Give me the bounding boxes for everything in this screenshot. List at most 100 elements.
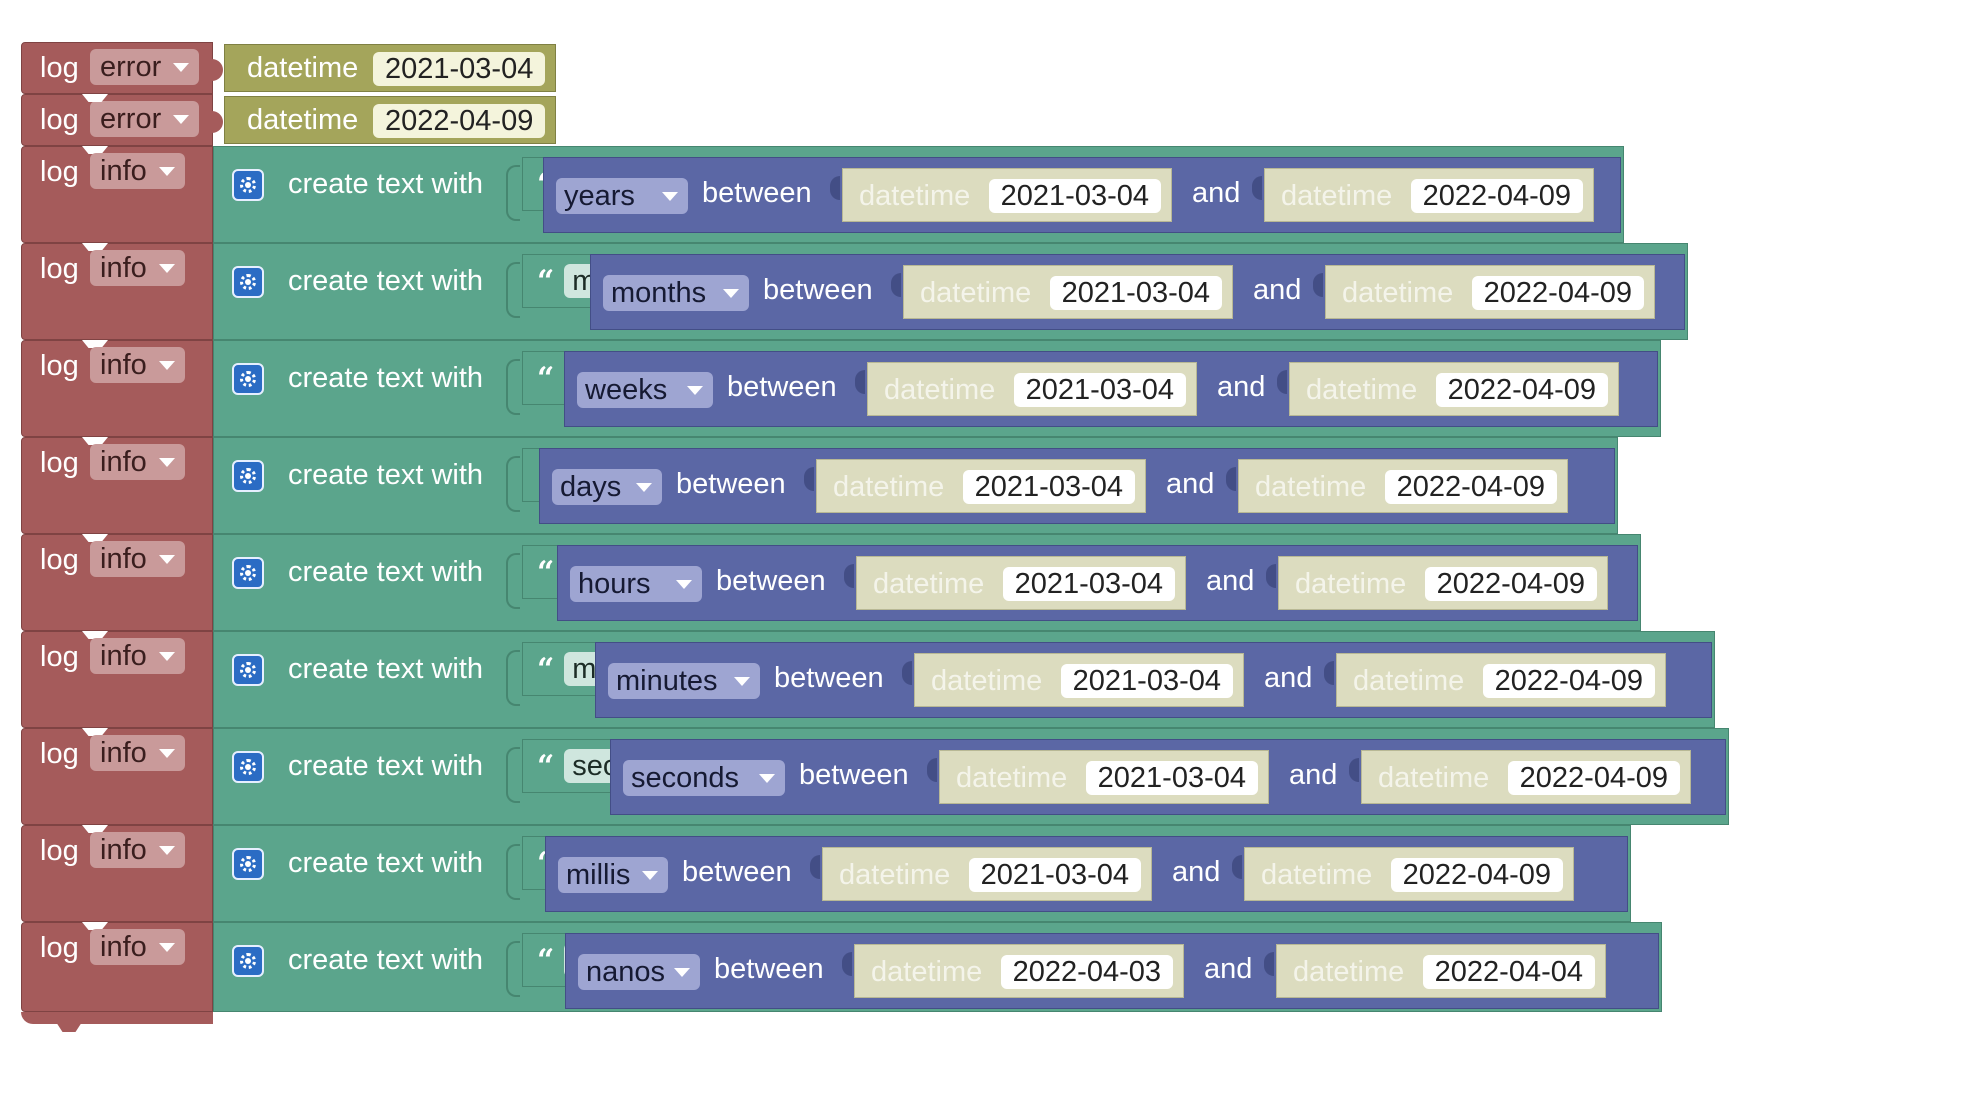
duration-between-block[interactable]: nanos between datetime 2022-04-03 and datetim…	[565, 933, 1659, 1009]
unit-dropdown[interactable]: months	[603, 275, 749, 311]
datetime-start-block[interactable]: datetime 2021-03-04	[856, 556, 1186, 610]
log-level-dropdown[interactable]: info	[90, 929, 185, 965]
datetime-end-field[interactable]: 2022-04-09	[1424, 567, 1597, 601]
datetime-start-field[interactable]: 2021-03-04	[1013, 373, 1186, 407]
input-socket	[506, 941, 520, 997]
gear-icon[interactable]	[232, 751, 264, 783]
log-block[interactable]: log info	[21, 728, 213, 825]
create-text-block[interactable]: create text with“hours=”hoursbetweendate…	[213, 534, 1641, 631]
create-text-block[interactable]: create text with“months=”monthsbetweenda…	[213, 243, 1688, 340]
duration-between-block[interactable]: days between datetime 2021-03-04 and datetime…	[539, 448, 1615, 524]
log-block[interactable]: log info	[21, 243, 213, 340]
gear-icon[interactable]	[232, 363, 264, 395]
unit-dropdown[interactable]: weeks	[577, 372, 713, 408]
datetime-start-field[interactable]: 2021-03-04	[968, 858, 1141, 892]
datetime-block[interactable]: datetime 2021-03-04	[224, 44, 556, 92]
datetime-start-block[interactable]: datetime 2021-03-04	[842, 168, 1172, 222]
unit-dropdown[interactable]: minutes	[608, 663, 760, 699]
gear-icon[interactable]	[232, 557, 264, 589]
create-text-block[interactable]: create text with“year=”yearsbetweendatet…	[213, 146, 1624, 243]
gear-icon[interactable]	[232, 848, 264, 880]
datetime-start-field[interactable]: 2021-03-04	[962, 470, 1135, 504]
log-level-dropdown[interactable]: info	[90, 638, 185, 674]
datetime-start-block[interactable]: datetime 2021-03-04	[822, 847, 1152, 901]
datetime-end-block[interactable]: datetime 2022-04-09	[1361, 750, 1691, 804]
log-level-dropdown[interactable]: info	[90, 735, 185, 771]
gear-icon[interactable]	[232, 654, 264, 686]
duration-between-block[interactable]: hours between datetime 2021-03-04 and datetim…	[557, 545, 1638, 621]
datetime-start-block[interactable]: datetime 2021-03-04	[867, 362, 1197, 416]
datetime-start-field[interactable]: 2022-04-03	[1000, 955, 1173, 989]
log-block[interactable]: log info	[21, 340, 213, 437]
datetime-end-block[interactable]: datetime 2022-04-09	[1336, 653, 1666, 707]
datetime-start-block[interactable]: datetime 2021-03-04	[914, 653, 1244, 707]
datetime-value-field[interactable]: 2021-03-04	[373, 52, 546, 86]
unit-dropdown[interactable]: millis	[558, 857, 668, 893]
datetime-end-block[interactable]: datetime 2022-04-09	[1278, 556, 1608, 610]
datetime-end-field[interactable]: 2022-04-09	[1482, 664, 1655, 698]
datetime-start-field[interactable]: 2021-03-04	[988, 179, 1161, 213]
create-text-block[interactable]: create text with“weeks=”weeksbetweendate…	[213, 340, 1661, 437]
log-block[interactable]: log info	[21, 437, 213, 534]
log-block[interactable]: log info	[21, 631, 213, 728]
unit-dropdown[interactable]: hours	[570, 566, 702, 602]
datetime-end-field[interactable]: 2022-04-09	[1435, 373, 1608, 407]
duration-between-block[interactable]: minutes between datetime 2021-03-04 and datet…	[595, 642, 1712, 718]
log-level-dropdown[interactable]: info	[90, 541, 185, 577]
datetime-start-field[interactable]: 2021-03-04	[1060, 664, 1233, 698]
datetime-end-field[interactable]: 2022-04-09	[1390, 858, 1563, 892]
datetime-end-field[interactable]: 2022-04-09	[1507, 761, 1680, 795]
datetime-end-block[interactable]: datetime 2022-04-09	[1244, 847, 1574, 901]
duration-between-block[interactable]: years between datetime 2021-03-04 and datetim…	[543, 157, 1621, 233]
create-text-block[interactable]: create text with“millis=”millisbetweenda…	[213, 825, 1631, 922]
log-block[interactable]: log info	[21, 922, 213, 1012]
create-text-block[interactable]: create text with“days=”daysbetweendateti…	[213, 437, 1618, 534]
datetime-start-block[interactable]: datetime 2021-03-04	[816, 459, 1146, 513]
log-block[interactable]: log error	[21, 42, 223, 94]
datetime-end-field[interactable]: 2022-04-09	[1471, 276, 1644, 310]
log-level-dropdown[interactable]: info	[90, 444, 185, 480]
duration-between-block[interactable]: months between datetime 2021-03-04 and dateti…	[590, 254, 1685, 330]
datetime-block[interactable]: datetime 2022-04-09	[224, 96, 556, 144]
log-block[interactable]: log error	[21, 94, 223, 146]
datetime-end-block[interactable]: datetime 2022-04-04	[1276, 944, 1606, 998]
datetime-start-field[interactable]: 2021-03-04	[1085, 761, 1258, 795]
datetime-start-field[interactable]: 2021-03-04	[1002, 567, 1175, 601]
datetime-start-block[interactable]: datetime 2021-03-04	[903, 265, 1233, 319]
blockly-workspace[interactable]: log error datetime 2021-03-04 log error dateti…	[0, 0, 1968, 1102]
log-level-dropdown[interactable]: info	[90, 153, 185, 189]
create-text-block[interactable]: create text with“minutes=”minutesbetween…	[213, 631, 1715, 728]
duration-between-block[interactable]: millis between datetime 2021-03-04 and dateti…	[545, 836, 1628, 912]
log-block[interactable]: log info	[21, 146, 213, 243]
datetime-value-field[interactable]: 2022-04-09	[373, 104, 546, 138]
unit-dropdown[interactable]: years	[556, 178, 688, 214]
datetime-end-block[interactable]: datetime 2022-04-09	[1325, 265, 1655, 319]
log-block[interactable]: log info	[21, 825, 213, 922]
log-level-dropdown[interactable]: error	[90, 101, 200, 137]
gear-icon[interactable]	[232, 169, 264, 201]
log-level-dropdown[interactable]: info	[90, 832, 185, 868]
log-block[interactable]: log info	[21, 534, 213, 631]
datetime-end-block[interactable]: datetime 2022-04-09	[1238, 459, 1568, 513]
datetime-start-field[interactable]: 2021-03-04	[1049, 276, 1222, 310]
unit-dropdown[interactable]: seconds	[623, 760, 785, 796]
create-text-block[interactable]: create text with“nanos=”nanosbetweendate…	[213, 922, 1662, 1012]
log-level-dropdown[interactable]: error	[90, 49, 200, 85]
log-level-dropdown[interactable]: info	[90, 250, 185, 286]
datetime-start-block[interactable]: datetime 2022-04-03	[854, 944, 1184, 998]
datetime-end-field[interactable]: 2022-04-04	[1422, 955, 1595, 989]
datetime-start-block[interactable]: datetime 2021-03-04	[939, 750, 1269, 804]
gear-icon[interactable]	[232, 266, 264, 298]
duration-between-block[interactable]: weeks between datetime 2021-03-04 and datetim…	[564, 351, 1658, 427]
log-level-dropdown[interactable]: info	[90, 347, 185, 383]
duration-between-block[interactable]: seconds between datetime 2021-03-04 and datet…	[610, 739, 1726, 815]
datetime-end-block[interactable]: datetime 2022-04-09	[1289, 362, 1619, 416]
datetime-end-field[interactable]: 2022-04-09	[1410, 179, 1583, 213]
gear-icon[interactable]	[232, 945, 264, 977]
unit-dropdown[interactable]: days	[552, 469, 662, 505]
datetime-end-block[interactable]: datetime 2022-04-09	[1264, 168, 1594, 222]
datetime-end-field[interactable]: 2022-04-09	[1384, 470, 1557, 504]
gear-icon[interactable]	[232, 460, 264, 492]
create-text-block[interactable]: create text with“seconds=”secondsbetween…	[213, 728, 1729, 825]
unit-dropdown[interactable]: nanos	[578, 954, 700, 990]
